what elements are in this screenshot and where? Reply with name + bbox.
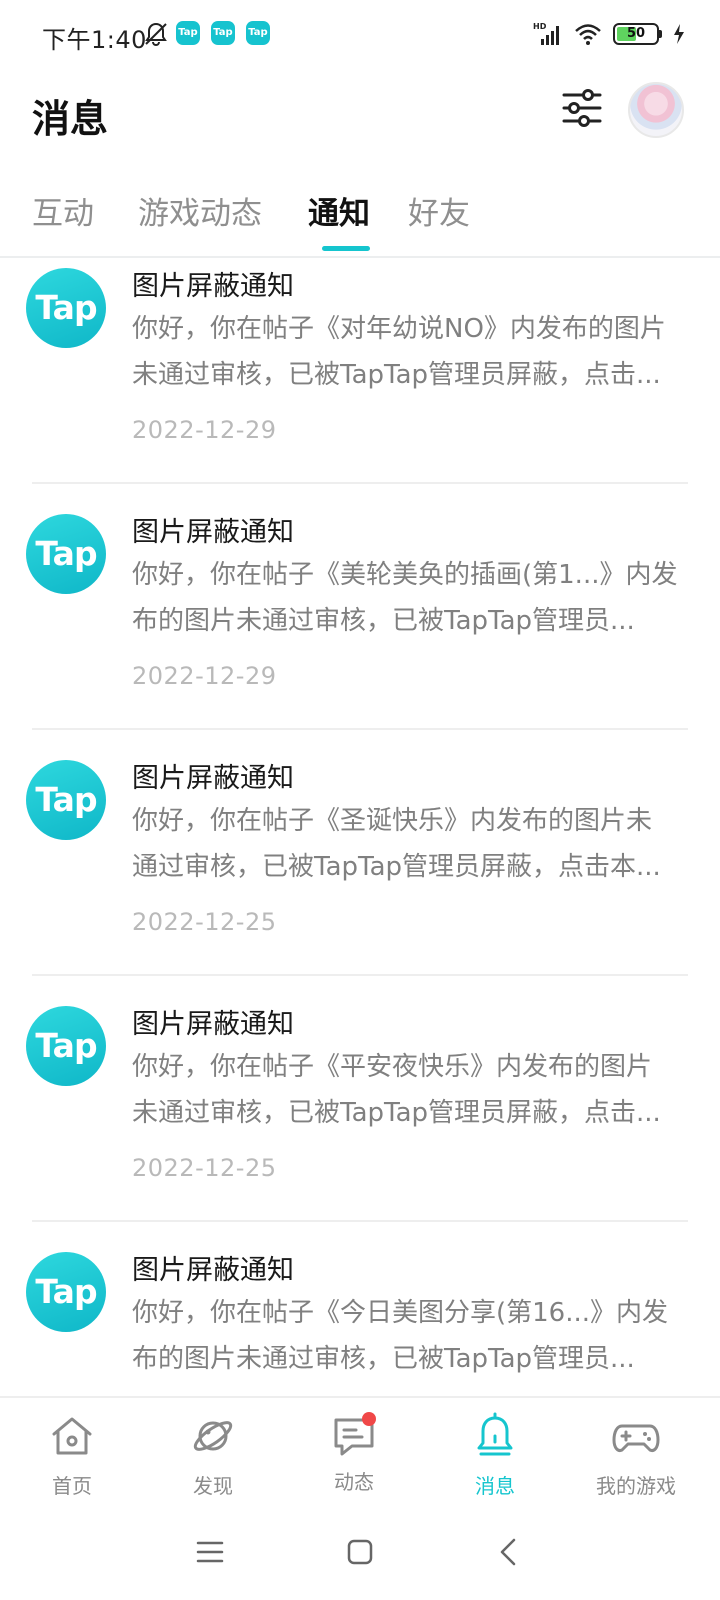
notification-body-line: 布的图片未通过审核，已被TapTap管理员... — [132, 606, 635, 636]
tab-interaction[interactable]: 互动 — [32, 188, 94, 233]
notification-body: 你好，你在帖子《对年幼说NO》内发布的图片 未通过审核，已被TapTap管理员屏… — [132, 306, 688, 398]
page-title: 消息 — [32, 97, 109, 141]
status-indicators: HD 50 — [533, 18, 686, 50]
notification-title: 图片屏蔽通知 — [132, 1009, 294, 1040]
bottom-nav: 首页 发现 动态 消息 我的游戏 — [0, 1396, 720, 1504]
nav-messages[interactable]: 消息 — [435, 1412, 555, 1499]
status-bar: 下午1:40 Tap Tap Tap HD 50 — [0, 0, 720, 70]
notification-body: 你好，你在帖子《美轮美奂的插画(第1...》内发 布的图片未通过审核，已被Tap… — [132, 552, 688, 644]
gamepad-icon — [612, 1424, 660, 1452]
list-item[interactable]: Tap 图片屏蔽通知 你好，你在帖子《圣诞快乐》内发布的图片未 通过审核，已被T… — [0, 752, 720, 1002]
nav-feed[interactable]: 动态 — [294, 1412, 414, 1495]
back-icon[interactable] — [492, 1534, 528, 1570]
notification-date: 2022-12-25 — [132, 1154, 277, 1182]
nav-discover[interactable]: 发现 — [153, 1412, 273, 1499]
menu-icon[interactable] — [192, 1534, 228, 1570]
tap-app-icon: Tap — [211, 21, 235, 45]
chat-icon — [330, 1412, 378, 1460]
tap-avatar-icon: Tap — [26, 760, 106, 840]
battery-level: 50 — [626, 26, 646, 41]
planet-icon — [193, 1421, 233, 1451]
wifi-icon — [575, 24, 601, 45]
system-nav-bar — [0, 1504, 720, 1600]
notification-badge — [362, 1412, 376, 1426]
active-tab-indicator — [322, 246, 370, 251]
list-item[interactable]: Tap 图片屏蔽通知 你好，你在帖子《美轮美奂的插画(第1...》内发 布的图片… — [0, 506, 720, 756]
notification-body-line: 未通过审核，已被TapTap管理员屏蔽，点击... — [132, 360, 661, 390]
notification-body-line: 你好，你在帖子《对年幼说NO》内发布的图片 — [132, 314, 666, 344]
notification-list: Tap 图片屏蔽通知 你好，你在帖子《对年幼说NO》内发布的图片 未通过审核，已… — [0, 260, 720, 1396]
notification-body: 你好，你在帖子《圣诞快乐》内发布的图片未 通过审核，已被TapTap管理员屏蔽，… — [132, 798, 688, 890]
tab-friends[interactable]: 好友 — [408, 188, 470, 233]
home-icon — [52, 1417, 92, 1455]
user-avatar[interactable] — [628, 82, 684, 138]
notification-body: 你好，你在帖子《平安夜快乐》内发布的图片 未通过审核，已被TapTap管理员屏蔽… — [132, 1044, 688, 1136]
notification-title: 图片屏蔽通知 — [132, 763, 294, 794]
notification-title: 图片屏蔽通知 — [132, 1255, 294, 1286]
list-item[interactable]: Tap 图片屏蔽通知 你好，你在帖子《今日美图分享(第16...》内发 布的图片… — [0, 1244, 720, 1396]
nav-label: 消息 — [475, 1474, 515, 1498]
network-label: HD — [533, 22, 547, 31]
divider — [32, 974, 688, 976]
notification-title: 图片屏蔽通知 — [132, 271, 294, 302]
tap-avatar-icon: Tap — [26, 1252, 106, 1332]
signal-icon: HD — [533, 22, 559, 45]
tap-avatar-icon: Tap — [26, 514, 106, 594]
list-item[interactable]: Tap 图片屏蔽通知 你好，你在帖子《对年幼说NO》内发布的图片 未通过审核，已… — [0, 260, 720, 510]
tap-avatar-icon: Tap — [26, 268, 106, 348]
notification-body-line: 你好，你在帖子《平安夜快乐》内发布的图片 — [132, 1052, 653, 1082]
notification-body-line: 你好，你在帖子《圣诞快乐》内发布的图片未 — [132, 806, 653, 836]
divider — [32, 482, 688, 484]
notification-body-line: 你好，你在帖子《今日美图分享(第16...》内发 — [132, 1298, 669, 1328]
tap-avatar-icon: Tap — [26, 1006, 106, 1086]
bell-muted-icon — [145, 22, 167, 47]
list-item[interactable]: Tap 图片屏蔽通知 你好，你在帖子《平安夜快乐》内发布的图片 未通过审核，已被… — [0, 998, 720, 1248]
nav-label: 首页 — [52, 1474, 92, 1498]
notification-title: 图片屏蔽通知 — [132, 517, 294, 548]
notification-date: 2022-12-29 — [132, 662, 277, 690]
battery-icon: 50 — [613, 23, 662, 45]
tab-game-updates[interactable]: 游戏动态 — [138, 188, 262, 233]
charging-icon — [674, 24, 684, 44]
bell-icon — [477, 1412, 513, 1456]
nav-label: 发现 — [193, 1474, 233, 1498]
nav-home[interactable]: 首页 — [12, 1412, 132, 1499]
notification-body: 你好，你在帖子《今日美图分享(第16...》内发 布的图片未通过审核，已被Tap… — [132, 1290, 688, 1382]
header: 消息 — [0, 70, 720, 160]
nav-my-games[interactable]: 我的游戏 — [576, 1412, 696, 1499]
notification-body-line: 通过审核，已被TapTap管理员屏蔽，点击本... — [132, 852, 661, 882]
divider — [32, 728, 688, 730]
tap-app-icon: Tap — [176, 21, 200, 45]
notification-date: 2022-12-29 — [132, 416, 277, 444]
notification-body-line: 未通过审核，已被TapTap管理员屏蔽，点击... — [132, 1098, 661, 1128]
tab-notifications[interactable]: 通知 — [308, 188, 370, 233]
tap-app-icon: Tap — [246, 21, 270, 45]
notification-date: 2022-12-25 — [132, 908, 277, 936]
filter-settings-icon[interactable] — [560, 86, 604, 130]
nav-label: 动态 — [334, 1470, 374, 1494]
notification-body-line: 你好，你在帖子《美轮美奂的插画(第1...》内发 — [132, 560, 678, 590]
home-square-icon[interactable] — [342, 1534, 378, 1570]
tab-bar: 互动 游戏动态 通知 好友 — [0, 178, 720, 258]
divider — [32, 1220, 688, 1222]
status-time: 下午1:40 — [42, 26, 147, 54]
nav-label: 我的游戏 — [596, 1474, 676, 1498]
notification-body-line: 布的图片未通过审核，已被TapTap管理员... — [132, 1344, 635, 1374]
